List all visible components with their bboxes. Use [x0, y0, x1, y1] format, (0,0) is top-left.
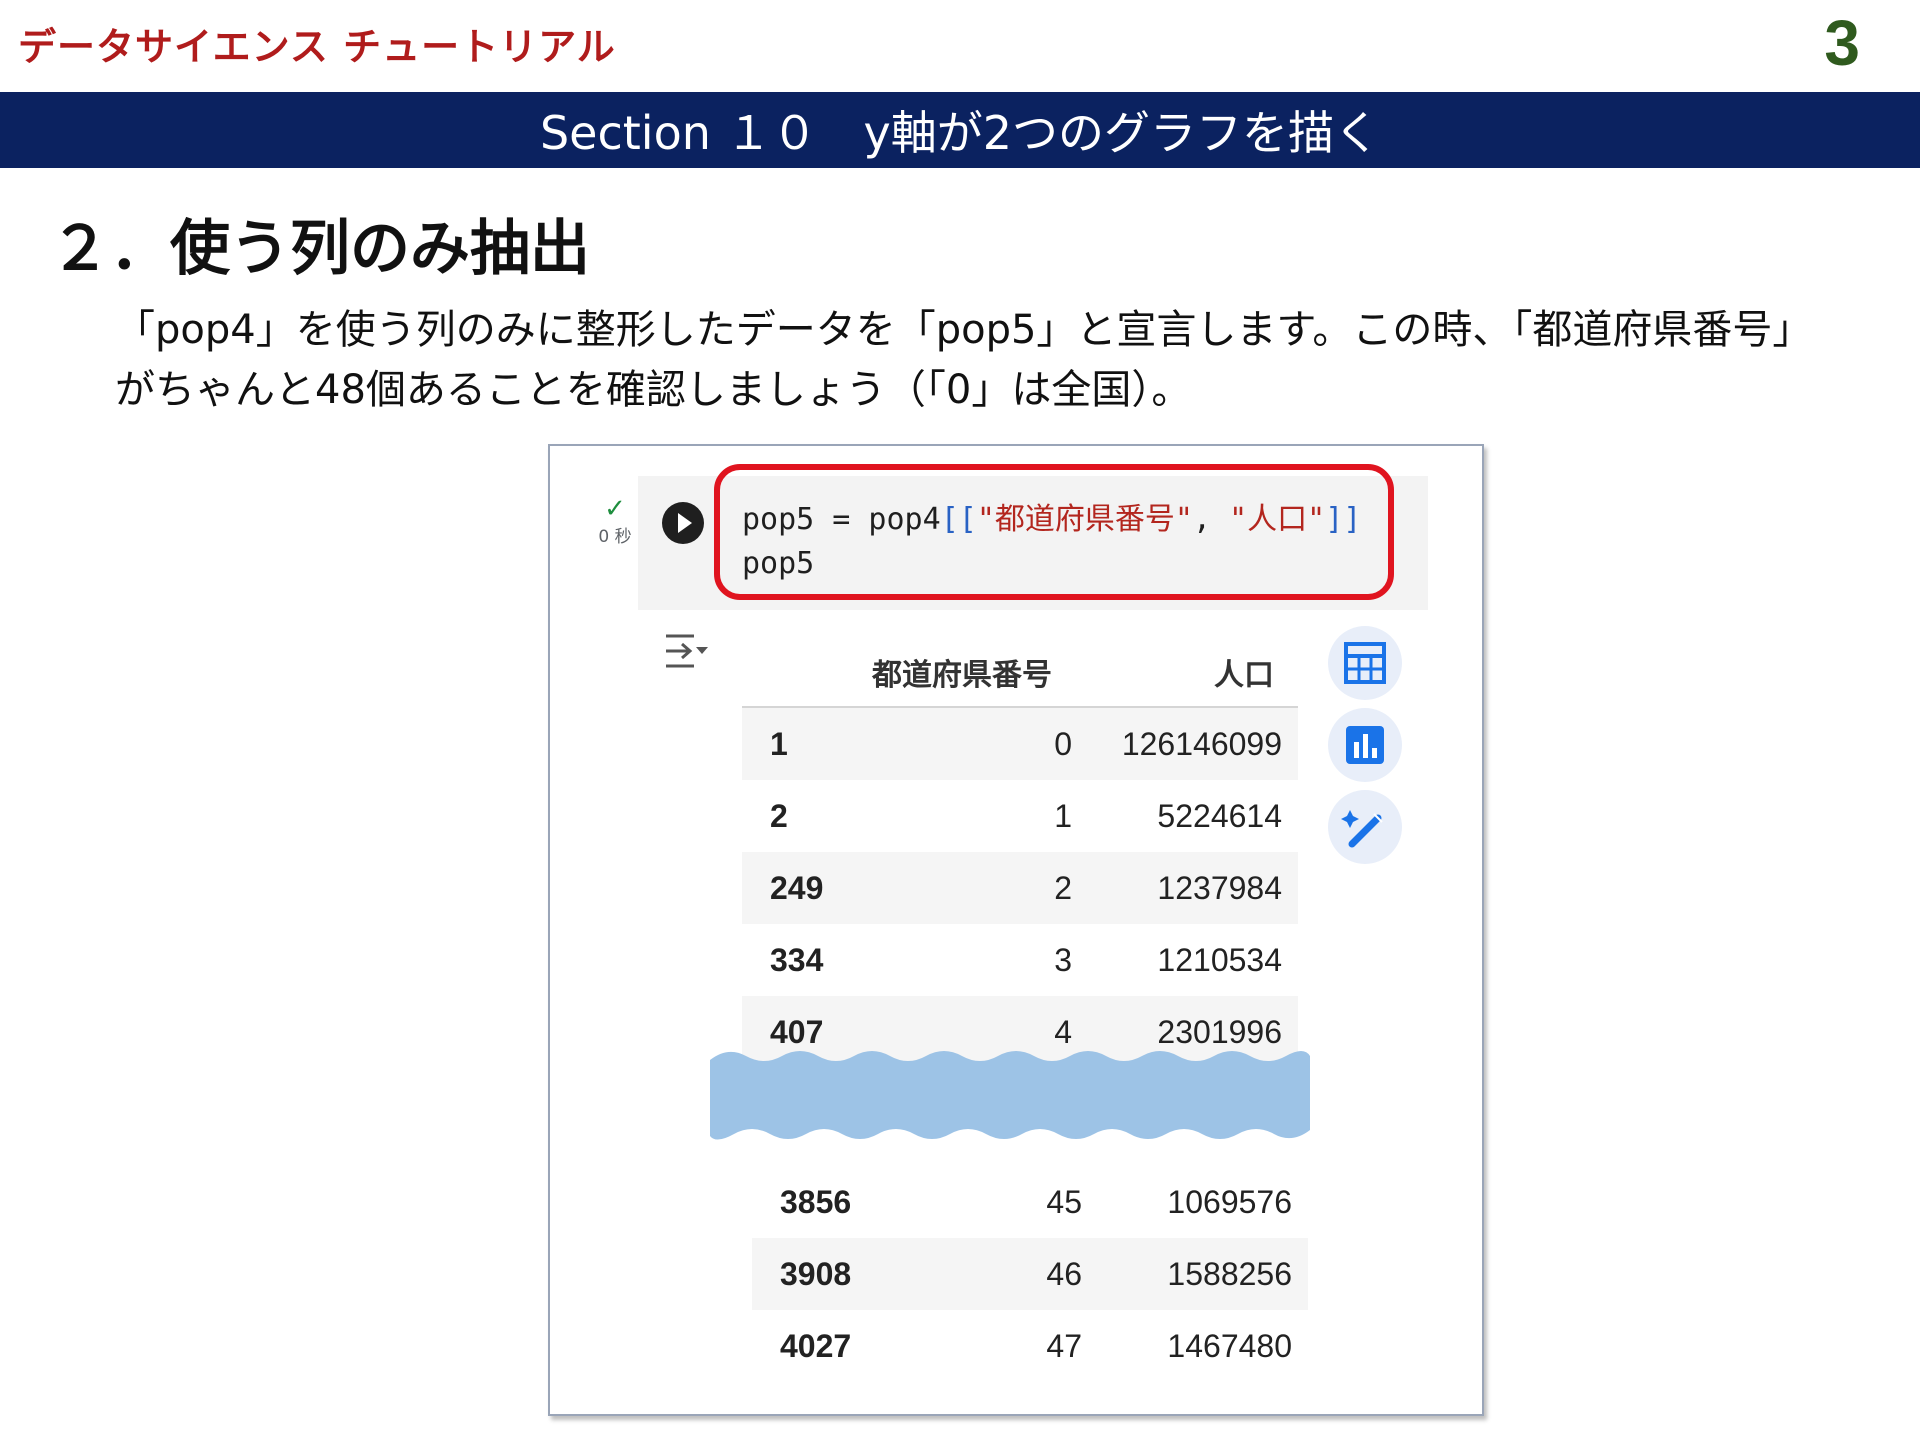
cell-pop: 1467480	[1167, 1328, 1292, 1364]
cell-pref: 45	[1046, 1184, 1082, 1220]
page-heading: ２．使う列のみ抽出	[50, 214, 590, 284]
column-header: 都道府県番号	[872, 658, 1052, 693]
chart-icon	[1346, 726, 1384, 764]
description: 「pop4」を使う列のみに整形したデータを「pop5」と宣言します。この時、「都…	[115, 300, 1835, 420]
row-index: 3908	[780, 1256, 852, 1292]
cell-pop: 126146099	[1121, 726, 1282, 762]
run-cell-button[interactable]	[662, 502, 704, 544]
cell-pref: 46	[1046, 1256, 1082, 1292]
row-index: 4027	[780, 1328, 852, 1364]
row-index: 1	[770, 726, 788, 762]
cell-pop: 1588256	[1167, 1256, 1292, 1292]
cell-pref: 0	[1054, 726, 1072, 762]
row-index: 334	[770, 942, 824, 978]
column-header: 人口	[1214, 658, 1274, 693]
magic-edit-button[interactable]	[1328, 790, 1402, 864]
table-row: 3856 45 1069576	[752, 1166, 1308, 1238]
omission-wave-mark	[710, 1051, 1310, 1140]
cell-pref: 1	[1054, 798, 1072, 834]
table-row: 1 0 126146099	[742, 708, 1298, 780]
section-title-bar: Section １０ y軸が2つのグラフを描く	[0, 92, 1920, 168]
chart-suggest-button[interactable]	[1328, 708, 1402, 782]
row-index: 249	[770, 870, 824, 906]
table-row: 4027 47 1467480	[752, 1310, 1308, 1382]
table-view-button[interactable]	[1328, 626, 1402, 700]
cell-pop: 1069576	[1167, 1184, 1292, 1220]
description-line: がちゃんと48個あることを確認しましょう（「0」は全国）。	[115, 367, 1192, 413]
row-index: 3856	[780, 1184, 852, 1220]
notebook-screenshot: ✓ 0 秒 pop5 = pop4[["都道府県番号", "人口"]] pop5…	[548, 444, 1484, 1416]
row-index: 2	[770, 798, 788, 834]
check-icon: ✓	[604, 494, 626, 524]
description-line: 「pop4」を使う列のみに整形したデータを「pop5」と宣言します。この時、「都…	[115, 307, 1813, 353]
output-toggle-icon[interactable]	[660, 626, 710, 676]
code-highlight-box	[714, 464, 1394, 600]
section-title: Section １０ y軸が2つのグラフを描く	[539, 106, 1381, 160]
cell-pref: 47	[1046, 1328, 1082, 1364]
magic-edit-icon	[1341, 810, 1383, 848]
cell-pop: 1210534	[1157, 942, 1282, 978]
brand-title: データサイエンス チュートリアル	[18, 25, 616, 69]
cell-pref: 2	[1054, 870, 1072, 906]
cell-pop: 5224614	[1157, 798, 1282, 834]
cell-pop: 1237984	[1157, 870, 1282, 906]
table-row: 334 3 1210534	[742, 924, 1298, 996]
cell-status: ✓ 0 秒	[590, 496, 640, 547]
table-row: 249 2 1237984	[742, 852, 1298, 924]
execution-time: 0 秒	[598, 527, 632, 547]
page-number: 3	[1824, 7, 1860, 79]
cell-pref: 3	[1054, 942, 1072, 978]
table-icon	[1344, 642, 1386, 684]
table-row: 2 1 5224614	[742, 780, 1298, 852]
table-row: 3908 46 1588256	[752, 1238, 1308, 1310]
